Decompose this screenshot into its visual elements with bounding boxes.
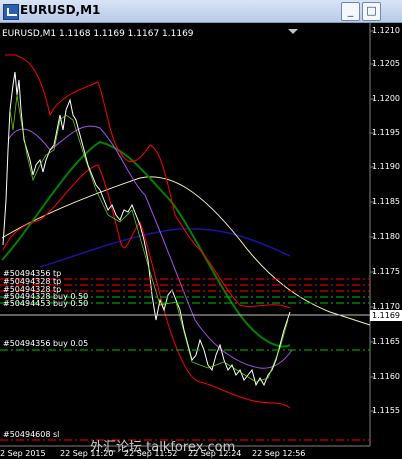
price-label: 1.1200 bbox=[372, 94, 400, 103]
order-label-buy[interactable]: #50494356 buy 0.05 bbox=[3, 339, 88, 348]
price-label: 1.1210 bbox=[372, 26, 400, 35]
time-label: 22 Sep 11:52 bbox=[124, 449, 178, 458]
price-label: 1.1165 bbox=[372, 337, 400, 346]
time-label: 22 Sep 12:24 bbox=[188, 449, 242, 458]
price-label: 1.1155 bbox=[372, 406, 400, 415]
time-label: 2 Sep 2015 bbox=[0, 449, 46, 458]
chart-window-icon bbox=[3, 4, 19, 20]
bollinger-middle bbox=[7, 125, 293, 369]
time-label: 22 Sep 11:20 bbox=[60, 449, 114, 458]
order-label-sl[interactable]: #50494608 sl bbox=[3, 430, 59, 439]
window-title: EURUSD,M1 bbox=[20, 3, 101, 17]
title-bar[interactable]: EURUSD,M1 _ □ bbox=[0, 0, 402, 23]
price-chart[interactable] bbox=[0, 23, 402, 459]
time-label: 22 Sep 12:56 bbox=[252, 449, 306, 458]
maximize-button[interactable]: □ bbox=[362, 2, 381, 21]
chart-area[interactable]: EURUSD,M1 1.1168 1.1169 1.1167 1.1169 1.… bbox=[0, 23, 402, 459]
price-label: 1.1185 bbox=[372, 197, 400, 206]
price-label: 1.1160 bbox=[372, 372, 400, 381]
price-label: 1.1175 bbox=[372, 267, 400, 276]
price-label: 1.1195 bbox=[372, 128, 400, 137]
chart-scroll-triangle[interactable] bbox=[288, 29, 298, 34]
order-label-buy[interactable]: #50494453 buy 0.50 bbox=[3, 299, 88, 308]
price-ticks bbox=[370, 30, 374, 412]
price-label: 1.1205 bbox=[372, 59, 400, 68]
chart-header: EURUSD,M1 1.1168 1.1169 1.1167 1.1169 bbox=[2, 29, 194, 39]
price-label: 1.1180 bbox=[372, 232, 400, 241]
current-price-badge: 1.1169 bbox=[370, 310, 402, 321]
price-label: 1.1190 bbox=[372, 162, 400, 171]
minimize-button[interactable]: _ bbox=[341, 2, 360, 21]
ma-green-line bbox=[1, 140, 291, 348]
ma-blue-line bbox=[39, 228, 291, 268]
